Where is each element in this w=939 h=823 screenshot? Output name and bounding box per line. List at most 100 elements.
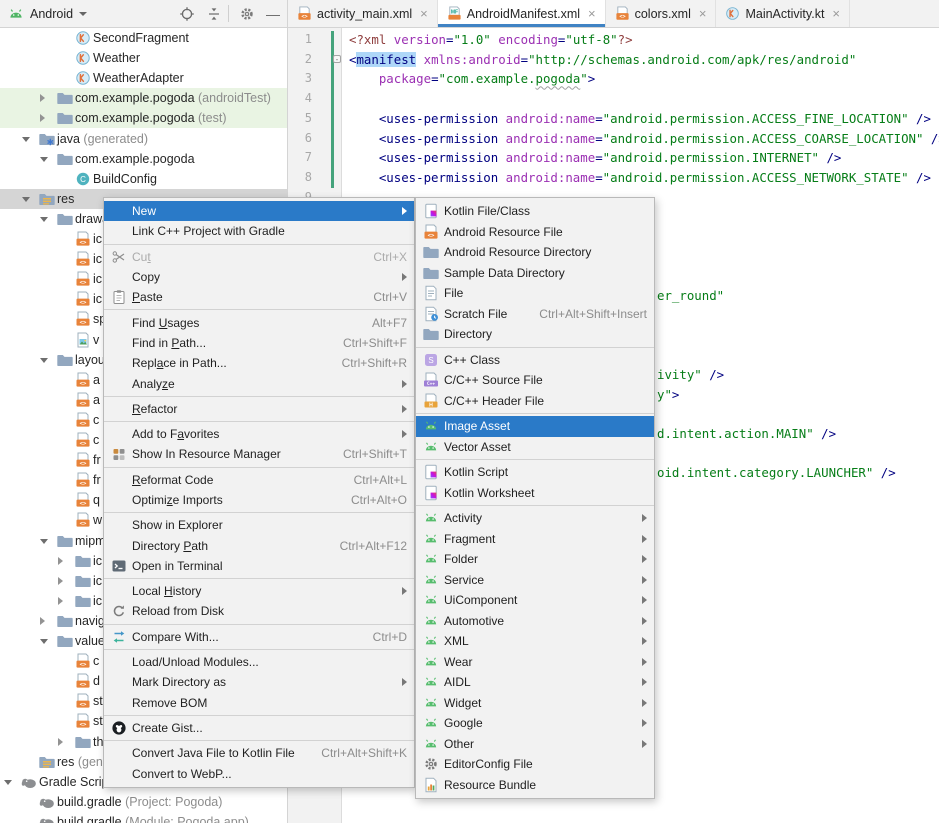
expand-arrow-icon[interactable] [40, 217, 48, 222]
collapse-all-button[interactable] [206, 6, 222, 22]
menu-item-automotive[interactable]: Automotive [416, 611, 654, 632]
close-tab-icon[interactable]: × [699, 7, 707, 20]
menu-item-kotlin-worksheet[interactable]: Kotlin Worksheet [416, 483, 654, 504]
menu-item-remove-bom[interactable]: Remove BOM [104, 693, 414, 713]
tree-row-com-example-pogoda-androidtest[interactable]: com.example.pogoda (androidTest) [0, 88, 287, 108]
menu-item-find-in-path[interactable]: Find in Path...Ctrl+Shift+F [104, 333, 414, 353]
hide-panel-button[interactable]: — [265, 6, 281, 22]
menu-item-file[interactable]: File [416, 283, 654, 304]
tab-androidmanifest-xml[interactable]: MFAndroidManifest.xml× [438, 0, 606, 27]
menu-item-reload-from-disk[interactable]: Reload from Disk [104, 601, 414, 621]
menu-item-android-resource-file[interactable]: <>Android Resource File [416, 222, 654, 243]
menu-item-c-c-source-file[interactable]: C++C/C++ Source File [416, 370, 654, 391]
tree-row-buildconfig[interactable]: CBuildConfig [0, 169, 287, 189]
menu-item-reformat-code[interactable]: Reformat CodeCtrl+Alt+L [104, 470, 414, 490]
tab-activity-main-xml[interactable]: <>activity_main.xml× [288, 0, 438, 27]
expand-arrow-icon[interactable] [40, 639, 48, 644]
menu-item-android-resource-directory[interactable]: Android Resource Directory [416, 242, 654, 263]
menu-item-service[interactable]: Service [416, 570, 654, 591]
menu-item-aidl[interactable]: AIDL [416, 672, 654, 693]
tree-row-com-example-pogoda[interactable]: com.example.pogoda [0, 149, 287, 169]
menu-item-directory-path[interactable]: Directory PathCtrl+Alt+F12 [104, 535, 414, 555]
menu-item-optimize-imports[interactable]: Optimize ImportsCtrl+Alt+O [104, 490, 414, 510]
menu-item-c-class[interactable]: SC++ Class [416, 350, 654, 371]
menu-item-create-gist[interactable]: Create Gist... [104, 718, 414, 738]
tree-row-build-gradle-project-pogoda[interactable]: build.gradle (Project: Pogoda) [0, 792, 287, 812]
menu-item-mark-directory-as[interactable]: Mark Directory as [104, 672, 414, 692]
expand-arrow-icon[interactable] [4, 780, 12, 785]
submenu-arrow-icon [642, 740, 647, 748]
tree-row-weatheradapter[interactable]: WeatherAdapter [0, 68, 287, 88]
expand-arrow-icon[interactable] [58, 738, 63, 746]
menu-item-kotlin-file-class[interactable]: Kotlin File/Class [416, 201, 654, 222]
expand-arrow-icon[interactable] [58, 597, 63, 605]
menu-item-link-c-project-with-gradle[interactable]: Link C++ Project with Gradle [104, 221, 414, 241]
menu-item-compare-with[interactable]: Compare With...Ctrl+D [104, 627, 414, 647]
menu-item-widget[interactable]: Widget [416, 693, 654, 714]
close-tab-icon[interactable]: × [588, 7, 596, 20]
menu-item-open-in-terminal[interactable]: Open in Terminal [104, 556, 414, 576]
menu-item-show-in-resource-manager[interactable]: Show In Resource ManagerCtrl+Shift+T [104, 444, 414, 464]
project-view-selector[interactable]: Android [8, 0, 87, 27]
menu-item-convert-java-file-to-kotlin-file[interactable]: Convert Java File to Kotlin FileCtrl+Alt… [104, 743, 414, 763]
menu-item-c-c-header-file[interactable]: HC/C++ Header File [416, 391, 654, 412]
menu-item-local-history[interactable]: Local History [104, 581, 414, 601]
locate-file-button[interactable] [179, 6, 195, 22]
settings-gear-button[interactable] [239, 6, 255, 22]
close-tab-icon[interactable]: × [832, 7, 840, 20]
tab-colors-xml[interactable]: <>colors.xml× [606, 0, 717, 27]
menu-item-other[interactable]: Other [416, 734, 654, 755]
tree-row-com-example-pogoda-test[interactable]: com.example.pogoda (test) [0, 108, 287, 128]
menu-item-activity[interactable]: Activity [416, 508, 654, 529]
menu-item-image-asset[interactable]: Image Asset [416, 416, 654, 437]
menu-item-google[interactable]: Google [416, 713, 654, 734]
menu-item-editorconfig-file[interactable]: EditorConfig File [416, 754, 654, 775]
menu-item-kotlin-script[interactable]: Kotlin Script [416, 462, 654, 483]
menu-item-wear[interactable]: Wear [416, 652, 654, 673]
tree-row-java-generated[interactable]: java (generated) [0, 129, 287, 149]
menu-item-new[interactable]: New [104, 201, 414, 221]
empty-icon-slot [111, 674, 127, 690]
menu-item-fragment[interactable]: Fragment [416, 529, 654, 550]
menu-item-convert-to-webp[interactable]: Convert to WebP... [104, 763, 414, 783]
tree-row-weather[interactable]: Weather [0, 48, 287, 68]
expand-arrow-icon[interactable] [40, 94, 45, 102]
menu-item-vector-asset[interactable]: Vector Asset [416, 437, 654, 458]
expand-arrow-icon[interactable] [40, 539, 48, 544]
menu-item-analyze[interactable]: Analyze [104, 373, 414, 393]
menu-item-load-unload-modules[interactable]: Load/Unload Modules... [104, 652, 414, 672]
menu-item-directory[interactable]: Directory [416, 324, 654, 345]
expand-arrow-icon[interactable] [40, 114, 45, 122]
tree-row-build-gradle-module-pogoda-app[interactable]: build.gradle (Module: Pogoda.app) [0, 812, 287, 823]
expand-arrow-icon[interactable] [58, 557, 63, 565]
menu-item-refactor[interactable]: Refactor [104, 399, 414, 419]
fold-marker-icon[interactable]: - [333, 55, 341, 63]
expand-arrow-icon[interactable] [40, 157, 48, 162]
menu-item-folder[interactable]: Folder [416, 549, 654, 570]
tree-row-secondfragment[interactable]: SecondFragment [0, 28, 287, 48]
menu-item-show-in-explorer[interactable]: Show in Explorer [104, 515, 414, 535]
expand-arrow-icon[interactable] [22, 137, 30, 142]
menu-item-scratch-file[interactable]: Scratch FileCtrl+Alt+Shift+Insert [416, 304, 654, 325]
expand-arrow-icon[interactable] [58, 577, 63, 585]
compare-icon [111, 629, 127, 645]
tree-item-label: v [93, 333, 99, 347]
menu-item-sample-data-directory[interactable]: Sample Data Directory [416, 263, 654, 284]
menu-item-resource-bundle[interactable]: Resource Bundle [416, 775, 654, 796]
menu-item-paste[interactable]: PasteCtrl+V [104, 287, 414, 307]
code-token [498, 131, 505, 146]
expand-arrow-icon[interactable] [40, 358, 48, 363]
menu-item-cut[interactable]: CutCtrl+X [104, 247, 414, 267]
menu-item-label: Kotlin Script [444, 465, 508, 479]
menu-item-xml[interactable]: XML [416, 631, 654, 652]
expand-arrow-icon[interactable] [22, 197, 30, 202]
menu-item-uicomponent[interactable]: UiComponent [416, 590, 654, 611]
tab-mainactivity-kt[interactable]: MainActivity.kt× [716, 0, 850, 27]
expand-arrow-icon[interactable] [40, 617, 45, 625]
menu-item-copy[interactable]: Copy [104, 267, 414, 287]
menu-item-replace-in-path[interactable]: Replace in Path...Ctrl+Shift+R [104, 353, 414, 373]
menu-item-add-to-favorites[interactable]: Add to Favorites [104, 424, 414, 444]
menu-item-find-usages[interactable]: Find UsagesAlt+F7 [104, 312, 414, 332]
menu-shortcut: Ctrl+Alt+L [340, 473, 407, 487]
close-tab-icon[interactable]: × [420, 7, 428, 20]
